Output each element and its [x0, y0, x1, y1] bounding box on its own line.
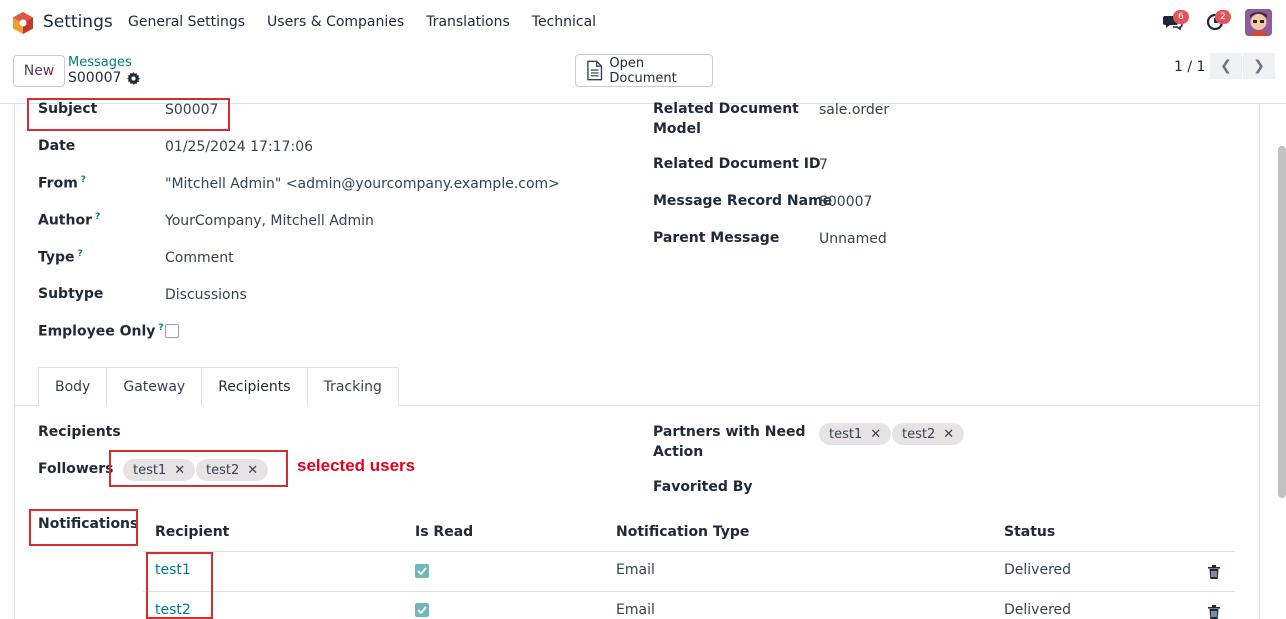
chevron-right-icon: ❯	[1253, 58, 1265, 74]
table-cell-type: Email	[616, 602, 655, 618]
menu-general-settings[interactable]: General Settings	[128, 14, 245, 30]
type-value[interactable]: Comment	[165, 250, 234, 266]
breadcrumb-current: S00007	[68, 70, 141, 86]
odoo-logo-icon[interactable]	[12, 11, 34, 35]
pager-value[interactable]: 1 / 1	[1174, 59, 1205, 75]
related-model-label: Related Document Model	[653, 101, 799, 137]
user-avatar[interactable]	[1245, 8, 1272, 36]
from-value[interactable]: "Mitchell Admin" <admin@yourcompany.exam…	[165, 176, 560, 192]
related-id-value[interactable]: 7	[819, 157, 828, 173]
menu-translations[interactable]: Translations	[426, 14, 510, 30]
help-icon[interactable]: ?	[78, 249, 83, 259]
trash-icon[interactable]	[1208, 605, 1220, 619]
record-title: S00007	[68, 70, 122, 86]
partner-tag[interactable]: test2 ✕	[892, 423, 965, 445]
partners-need-action-label: Partners with Need Action	[653, 424, 806, 460]
parent-message-value[interactable]: Unnamed	[819, 231, 887, 247]
related-model-value[interactable]: sale.order	[819, 102, 889, 118]
table-header-divider	[143, 551, 1235, 552]
top-navbar: Settings General Settings Users & Compan…	[0, 0, 1286, 46]
table-cell-status: Delivered	[1004, 602, 1072, 618]
tag-label: test2	[902, 426, 936, 442]
activity-badge: 2	[1215, 10, 1231, 24]
from-label: From?	[38, 175, 87, 192]
gear-icon[interactable]	[127, 71, 141, 85]
employee-only-label: Employee Only?	[38, 323, 164, 340]
column-header-notification-type[interactable]: Notification Type	[616, 524, 749, 540]
main-menu: General Settings Users & Companies Trans…	[128, 14, 596, 30]
control-panel: New Messages S00007 Open Document 1 / 1 …	[0, 46, 1286, 104]
pager-previous-button[interactable]: ❮	[1210, 53, 1242, 79]
check-icon	[417, 567, 427, 575]
close-icon[interactable]: ✕	[870, 427, 881, 442]
partner-tag[interactable]: test1 ✕	[819, 423, 892, 445]
tag-label: test1	[829, 426, 863, 442]
app-title[interactable]: Settings	[43, 12, 113, 32]
help-icon[interactable]: ?	[95, 212, 100, 222]
is-read-checkbox	[415, 564, 429, 578]
employee-only-checkbox[interactable]	[165, 324, 179, 338]
tab-gateway[interactable]: Gateway	[106, 367, 203, 406]
tab-body[interactable]: Body	[38, 367, 108, 406]
scrollbar[interactable]	[1278, 146, 1286, 498]
followers-highlight-box	[109, 450, 288, 487]
favorited-by-label: Favorited By	[653, 479, 753, 495]
subtype-value[interactable]: Discussions	[165, 287, 247, 303]
is-read-checkbox	[415, 603, 429, 617]
recipients-highlight-box	[146, 552, 213, 619]
new-button[interactable]: New	[13, 55, 65, 87]
tab-recipients[interactable]: Recipients	[201, 367, 308, 406]
menu-technical[interactable]: Technical	[532, 14, 596, 30]
help-icon[interactable]: ?	[158, 323, 163, 333]
date-label: Date	[38, 138, 76, 154]
avatar-image-icon	[1245, 8, 1272, 36]
table-cell-status: Delivered	[1004, 562, 1072, 578]
date-value[interactable]: 01/25/2024 17:17:06	[165, 139, 313, 155]
tab-tracking[interactable]: Tracking	[306, 367, 399, 406]
open-document-button[interactable]: Open Document	[575, 54, 713, 87]
menu-users-companies[interactable]: Users & Companies	[267, 14, 404, 30]
check-icon	[417, 606, 427, 614]
notifications-highlight-box	[29, 509, 138, 546]
messaging-button[interactable]: 6	[1161, 8, 1189, 36]
column-header-is-read[interactable]: Is Read	[415, 524, 473, 540]
related-id-label: Related Document ID	[653, 156, 821, 172]
chevron-left-icon: ❮	[1220, 58, 1232, 74]
selected-users-annotation: selected users	[297, 456, 416, 475]
table-cell-type: Email	[616, 562, 655, 578]
subject-highlight-box	[27, 98, 230, 131]
messages-badge: 6	[1173, 10, 1189, 24]
document-icon	[587, 60, 603, 81]
systray: 6 2	[1161, 8, 1272, 36]
author-label: Author?	[38, 212, 101, 229]
notebook-tabs: Body Gateway Recipients Tracking	[38, 367, 399, 406]
author-value[interactable]: YourCompany, Mitchell Admin	[165, 213, 374, 229]
column-header-recipient[interactable]: Recipient	[155, 524, 229, 540]
open-document-label: Open Document	[609, 55, 677, 86]
column-header-status[interactable]: Status	[1004, 524, 1055, 540]
subtype-label: Subtype	[38, 286, 104, 302]
activity-button[interactable]: 2	[1203, 8, 1231, 36]
followers-label: Followers	[38, 461, 114, 477]
message-record-name-label: Message Record Name	[653, 193, 833, 209]
type-label: Type?	[38, 249, 83, 266]
help-icon[interactable]: ?	[81, 175, 86, 185]
message-record-name-value[interactable]: S00007	[819, 194, 872, 210]
trash-icon[interactable]	[1208, 565, 1220, 579]
table-row-divider	[143, 591, 1235, 592]
parent-message-label: Parent Message	[653, 230, 780, 246]
recipients-label: Recipients	[38, 424, 121, 440]
pager-next-button[interactable]: ❯	[1243, 53, 1275, 79]
breadcrumb-messages[interactable]: Messages	[68, 55, 132, 70]
close-icon[interactable]: ✕	[943, 427, 954, 442]
